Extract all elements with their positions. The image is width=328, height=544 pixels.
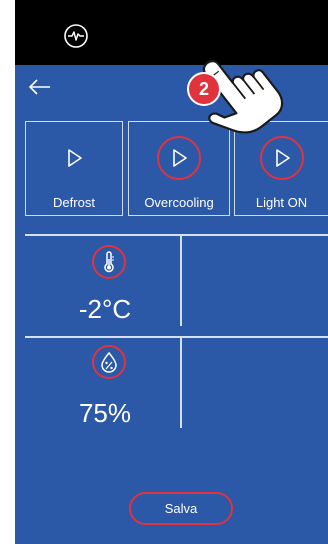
pointing-hand-icon xyxy=(203,60,284,134)
divider xyxy=(25,234,328,236)
back-arrow-icon[interactable] xyxy=(27,74,53,100)
play-icon xyxy=(68,149,82,167)
divider xyxy=(25,336,328,338)
save-button[interactable]: Salva xyxy=(129,492,233,525)
defrost-label: Defrost xyxy=(53,195,95,210)
app-screen: Defrost Overcooling Light ON -2°C 75% Sa… xyxy=(15,0,328,544)
humidity-value: 75% xyxy=(78,398,132,428)
thermometer-icon xyxy=(104,251,114,273)
humidity-icon xyxy=(101,351,117,373)
temperature-value: -2°C xyxy=(78,294,132,324)
activity-icon xyxy=(64,24,88,48)
light-on-label: Light ON xyxy=(255,195,308,210)
defrost-button[interactable]: Defrost xyxy=(25,121,123,216)
step-badge: 2 xyxy=(187,72,221,106)
overcooling-label: Overcooling xyxy=(144,195,214,210)
